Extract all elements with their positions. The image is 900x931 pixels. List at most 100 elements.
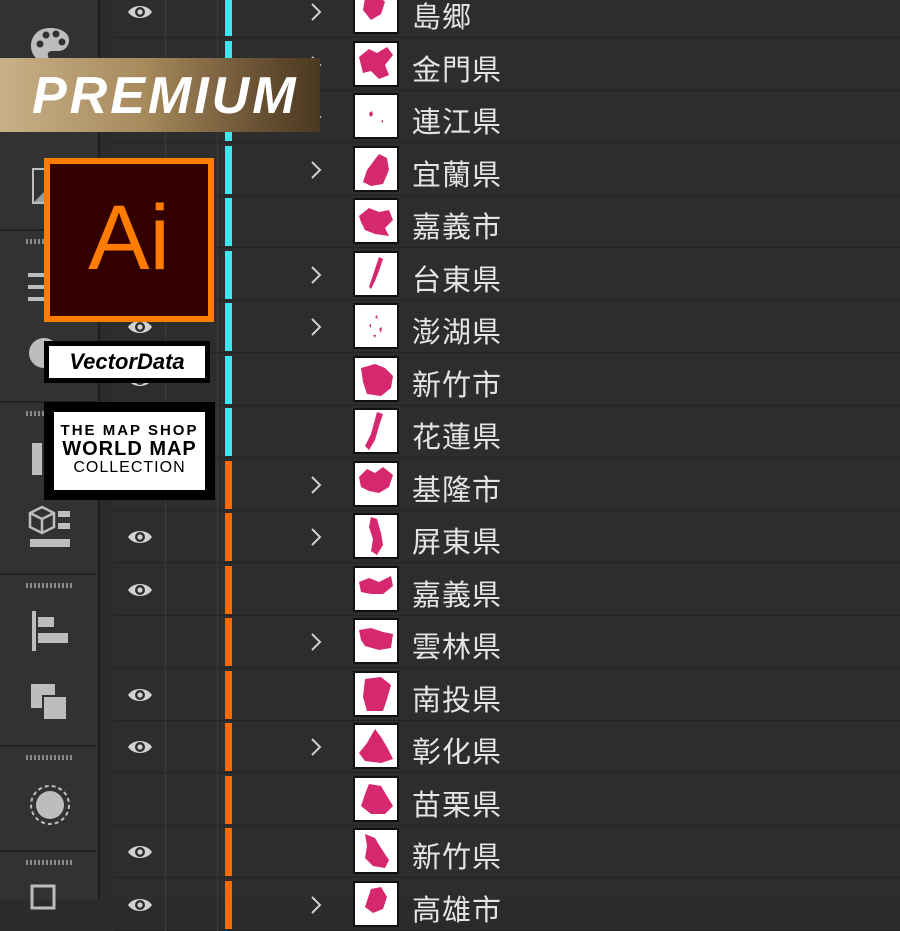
visibility-toggle[interactable] xyxy=(114,773,166,826)
visibility-toggle[interactable] xyxy=(114,878,166,931)
visibility-toggle[interactable] xyxy=(114,668,166,721)
layer-name[interactable]: 連江県 xyxy=(412,99,502,141)
layer-row[interactable]: 新竹県 xyxy=(114,826,900,878)
eye-icon[interactable] xyxy=(127,895,153,915)
tool-group xyxy=(0,850,96,910)
premium-label: PREMIUM xyxy=(32,67,299,125)
lock-toggle[interactable] xyxy=(166,826,218,878)
layer-name[interactable]: 宜蘭県 xyxy=(412,152,502,194)
layer-row[interactable]: 屏東県 xyxy=(114,511,900,563)
chevron-right-icon[interactable] xyxy=(308,630,324,654)
eye-icon[interactable] xyxy=(127,2,153,22)
layer-color-indicator xyxy=(225,303,232,351)
map-shop-line-1: THE MAP SHOP xyxy=(60,422,199,439)
3d-materials-icon[interactable] xyxy=(28,505,72,549)
layer-thumbnail xyxy=(353,565,399,612)
panel-grip[interactable] xyxy=(26,583,72,588)
panel-grip[interactable] xyxy=(26,860,72,865)
layer-name[interactable]: 島郷 xyxy=(412,0,472,36)
lock-toggle[interactable] xyxy=(166,0,218,38)
layer-color-indicator xyxy=(225,145,232,194)
visibility-toggle[interactable] xyxy=(114,721,166,773)
layer-row[interactable]: 新竹市 xyxy=(114,353,900,406)
layer-row[interactable]: 嘉義県 xyxy=(114,563,900,616)
layer-color-indicator xyxy=(225,460,232,509)
layer-row[interactable]: 苗栗県 xyxy=(114,773,900,826)
lock-toggle[interactable] xyxy=(166,878,218,931)
layer-row[interactable]: 雲林県 xyxy=(114,616,900,668)
layer-row[interactable]: 嘉義市 xyxy=(114,196,900,248)
panel-grip[interactable] xyxy=(26,755,72,760)
chevron-right-icon[interactable] xyxy=(308,893,324,917)
eye-icon[interactable] xyxy=(127,842,153,862)
vector-data-badge: VectorData xyxy=(44,341,210,383)
chevron-right-icon[interactable] xyxy=(308,735,324,759)
visibility-toggle[interactable] xyxy=(114,616,166,668)
visibility-toggle[interactable] xyxy=(114,0,166,38)
artboards-panel-icon[interactable] xyxy=(28,882,72,926)
layer-color-indicator xyxy=(225,198,232,246)
layer-name[interactable]: 雲林県 xyxy=(412,624,502,666)
lock-toggle[interactable] xyxy=(166,616,218,668)
layer-thumbnail xyxy=(353,93,399,139)
layer-row[interactable]: 高雄市 xyxy=(114,878,900,931)
layer-color-indicator xyxy=(225,250,232,299)
tool-group xyxy=(0,573,96,747)
eye-icon[interactable] xyxy=(127,685,153,705)
layer-name[interactable]: 高雄市 xyxy=(412,887,502,929)
layer-name[interactable]: 屏東県 xyxy=(412,519,502,561)
layer-color-indicator xyxy=(225,618,232,666)
layer-thumbnail xyxy=(353,880,399,927)
layer-name[interactable]: 南投県 xyxy=(412,677,502,719)
chevron-right-icon[interactable] xyxy=(308,263,324,287)
layer-color-indicator xyxy=(225,723,232,771)
visibility-toggle[interactable] xyxy=(114,563,166,616)
eye-icon[interactable] xyxy=(127,737,153,757)
align-icon[interactable] xyxy=(28,609,72,653)
layer-name[interactable]: 澎湖県 xyxy=(412,309,502,351)
layer-color-indicator xyxy=(225,513,232,561)
chevron-right-icon[interactable] xyxy=(308,315,324,339)
eye-icon[interactable] xyxy=(127,580,153,600)
layer-thumbnail xyxy=(353,670,399,717)
layer-row[interactable]: 澎湖県 xyxy=(114,301,900,353)
layer-row[interactable]: 宜蘭県 xyxy=(114,143,900,196)
layer-name[interactable]: 金門県 xyxy=(412,47,502,89)
lock-toggle[interactable] xyxy=(166,721,218,773)
chevron-right-icon[interactable] xyxy=(308,525,324,549)
layer-name[interactable]: 新竹県 xyxy=(412,834,502,876)
chevron-right-icon[interactable] xyxy=(308,0,324,24)
layer-row[interactable]: 花蓮県 xyxy=(114,406,900,458)
layer-name[interactable]: 嘉義市 xyxy=(412,204,502,246)
layer-name[interactable]: 台東県 xyxy=(412,257,502,299)
layer-thumbnail xyxy=(353,723,399,769)
layer-row[interactable]: 南投県 xyxy=(114,668,900,721)
layer-row[interactable]: 島郷 xyxy=(114,0,900,38)
chevron-right-icon[interactable] xyxy=(308,158,324,182)
layer-thumbnail xyxy=(353,40,399,87)
chevron-right-icon[interactable] xyxy=(308,473,324,497)
layer-row[interactable]: 台東県 xyxy=(114,248,900,301)
illustrator-logo: Ai xyxy=(44,158,214,322)
layer-color-indicator xyxy=(225,670,232,719)
appearance-icon[interactable] xyxy=(28,783,72,827)
tool-group xyxy=(0,745,96,852)
lock-toggle[interactable] xyxy=(166,773,218,826)
lock-toggle[interactable] xyxy=(166,668,218,721)
layer-name[interactable]: 基隆市 xyxy=(412,467,502,509)
layer-thumbnail xyxy=(353,0,399,34)
eye-icon[interactable] xyxy=(127,527,153,547)
lock-toggle[interactable] xyxy=(166,511,218,563)
layer-row[interactable]: 彰化県 xyxy=(114,721,900,773)
layer-thumbnail xyxy=(353,460,399,507)
lock-toggle[interactable] xyxy=(166,563,218,616)
layer-name[interactable]: 花蓮県 xyxy=(412,414,502,456)
layer-name[interactable]: 新竹市 xyxy=(412,362,502,404)
layer-name[interactable]: 嘉義県 xyxy=(412,572,502,614)
layer-row[interactable]: 基隆市 xyxy=(114,458,900,511)
visibility-toggle[interactable] xyxy=(114,511,166,563)
layer-name[interactable]: 苗栗県 xyxy=(412,782,502,824)
layer-name[interactable]: 彰化県 xyxy=(412,729,502,771)
pathfinder-icon[interactable] xyxy=(28,681,72,725)
visibility-toggle[interactable] xyxy=(114,826,166,878)
